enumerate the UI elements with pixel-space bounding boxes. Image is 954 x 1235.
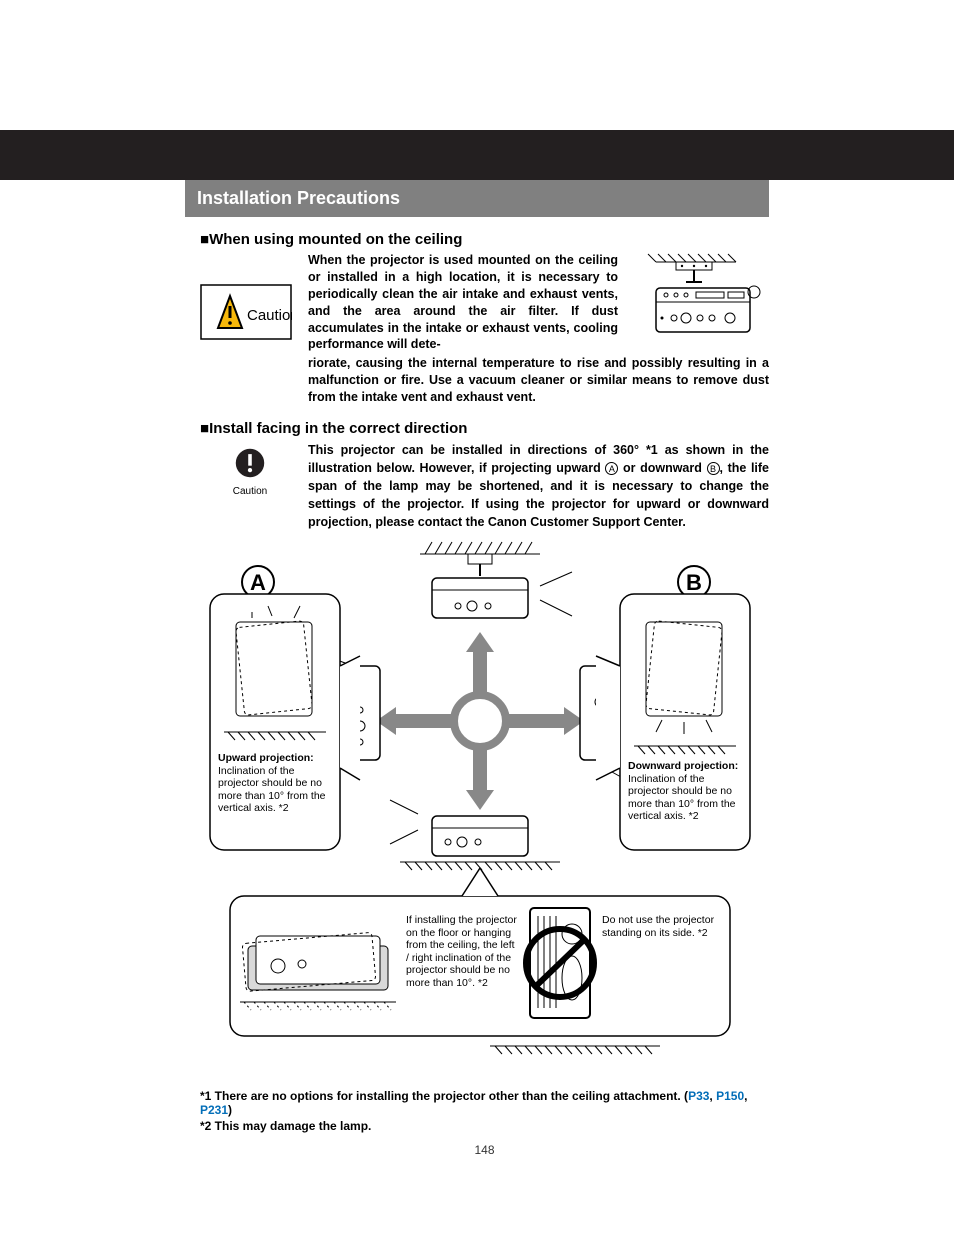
top-black-band <box>0 130 954 180</box>
heading-direction-text: Install facing in the correct direction <box>209 420 467 437</box>
caution-triangle-box: Caution <box>200 284 292 345</box>
downward-title: Downward projection: <box>628 760 738 772</box>
caution-label: Caution <box>247 307 292 324</box>
upward-title: Upward projection: <box>218 752 314 764</box>
link-p150[interactable]: P150 <box>716 1089 744 1103</box>
link-p33[interactable]: P33 <box>688 1089 709 1103</box>
upward-body: Inclination of the projector should be n… <box>218 764 326 814</box>
heading-ceiling-text: When using mounted on the ceiling <box>209 231 462 248</box>
caution-round-label: Caution <box>200 486 300 497</box>
downward-body: Inclination of the projector should be n… <box>628 772 736 822</box>
footnote-1: *1 There are no options for installing t… <box>200 1089 769 1117</box>
caution-round-box: Caution <box>200 447 300 497</box>
orientation-diagram: A B <box>200 536 769 1071</box>
ceiling-para-col: When the projector is used mounted on th… <box>308 252 618 353</box>
caution-triangle-icon: Caution <box>200 284 292 340</box>
dir-para-seg2: or downward <box>618 461 706 475</box>
footnote-2: *2 This may damage the lamp. <box>200 1119 769 1133</box>
ceiling-mount-illustration <box>626 252 766 347</box>
footnote-1-post: ) <box>228 1103 232 1117</box>
heading-direction: ■Install facing in the correct direction <box>200 420 769 437</box>
side-body: Do not use the projector standing on its… <box>602 914 722 939</box>
title-bar: Installation Precautions <box>185 180 769 217</box>
footnote-1-pre: *1 There are no options for installing t… <box>200 1089 688 1103</box>
ceiling-para-full: riorate, causing the internal temperatur… <box>308 355 769 406</box>
direction-para: This projector can be installed in direc… <box>308 441 769 532</box>
floor-body: If installing the projector on the floor… <box>406 914 520 990</box>
link-p231[interactable]: P231 <box>200 1103 228 1117</box>
svg-text:B: B <box>686 570 702 595</box>
heading-ceiling: ■When using mounted on the ceiling <box>200 231 769 248</box>
svg-text:A: A <box>250 570 266 595</box>
sep2: , <box>744 1089 747 1103</box>
bullet-square-icon-2: ■ <box>200 420 209 437</box>
caution-round-icon <box>234 447 266 479</box>
page-number: 148 <box>200 1143 769 1157</box>
inline-circle-a-icon: A <box>605 462 618 475</box>
bullet-square-icon: ■ <box>200 231 209 248</box>
inline-circle-b-icon: B <box>707 462 720 475</box>
